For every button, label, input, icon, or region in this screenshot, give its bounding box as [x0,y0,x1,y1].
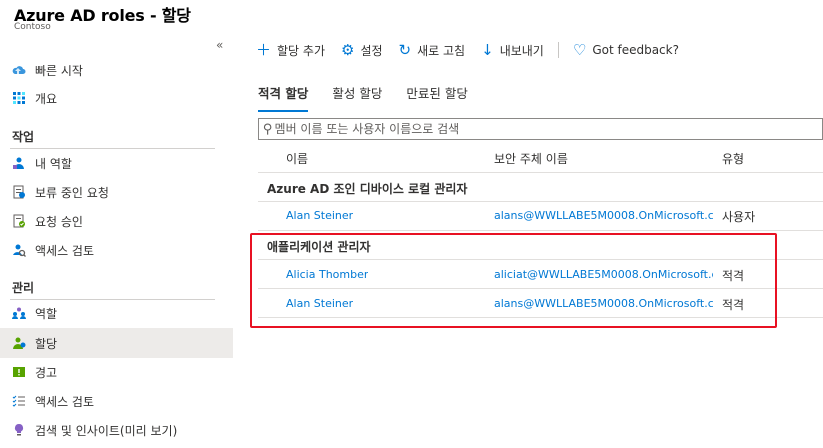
sidebar-item-label: 빠른 시작 [35,63,83,78]
sidebar-item-label: 개요 [35,91,58,106]
assignment-tabs: 적격 할당 활성 할당 만료된 할당 [258,83,492,112]
principal-name-link[interactable]: alans@WWLLABE5M0008.OnMicrosoft.com [494,209,713,222]
tab-active-assignments[interactable]: 활성 할당 [332,83,382,112]
access-review-icon [13,244,26,257]
heart-icon: ♡ [572,40,587,59]
sidebar-item-assignments[interactable]: 할당 [0,328,233,358]
page-header: Azure AD roles - 할당 Contoso [0,0,823,36]
add-assignment-button[interactable]: ＋ 할당 추가 [256,42,325,59]
section-title-manage: 관리 [12,281,35,295]
section-title-tasks: 작업 [12,130,35,144]
export-button[interactable]: ↓ 내보내기 [481,42,544,59]
sidebar-item-label: 역할 [35,306,58,321]
tab-expired-assignments[interactable]: 만료된 할당 [406,83,467,112]
sidebar-item-alerts[interactable]: 경고 [0,357,233,387]
sidebar-item-label: 요청 승인 [35,214,83,229]
sidebar-item-label: 경고 [35,365,58,380]
sidebar-item-label: 액세스 검토 [35,394,95,409]
settings-button[interactable]: ⚙ 설정 [341,42,383,59]
search-box: ⚲ [258,118,823,140]
tenant-name: Contoso [14,22,51,32]
command-bar: ＋ 할당 추가 ⚙ 설정 ↻ 새로 고침 ↓ 내보내기 ♡ Got feedba… [256,36,695,64]
search-icon: ⚲ [263,121,273,137]
refresh-button[interactable]: ↻ 새로 고침 [399,42,466,59]
gear-icon: ⚙ [341,40,355,59]
sidebar-item-overview[interactable]: 개요 [0,83,233,113]
divider [258,230,823,231]
member-name-link[interactable]: Alan Steiner [286,209,353,222]
alert-icon [13,367,25,377]
sidebar-item-insights[interactable]: 검색 및 인사이트(미리 보기) [0,415,233,445]
sidebar-item-label: 검색 및 인사이트(미리 보기) [35,423,178,438]
feedback-button[interactable]: ♡ Got feedback? [572,40,679,59]
grid-icon [13,92,25,104]
tab-eligible-assignments[interactable]: 적격 할당 [258,83,309,112]
approve-icon [13,214,25,228]
type-cell: 사용자 [722,210,756,224]
sidebar-item-label: 내 역할 [35,156,72,171]
divider [258,172,823,173]
sidebar-item-access-reviews-manage[interactable]: 액세스 검토 [0,386,233,416]
column-header-principal[interactable]: 보안 주체 이름 [494,150,568,167]
toolbar-divider [557,42,559,58]
collapse-sidebar-icon[interactable]: « [216,38,223,52]
pending-request-icon [13,185,25,199]
cloud-icon [12,66,26,74]
sidebar-item-access-reviews-tasks[interactable]: 액세스 검토 [0,235,233,265]
sidebar: « 빠른 시작 개요 작업 내 역할 보류 중인 요청 요청 승인 액세스 검토… [0,36,234,448]
sidebar-item-label: 액세스 검토 [35,243,95,258]
sidebar-item-roles[interactable]: 역할 [0,298,233,328]
review-list-icon [12,395,25,407]
insights-icon [14,423,24,436]
search-input[interactable] [274,122,795,136]
sidebar-item-pending-requests[interactable]: 보류 중인 요청 [0,177,233,207]
roles-icon [12,307,26,319]
sidebar-item-my-roles[interactable]: 내 역할 [0,148,233,178]
highlight-box [250,233,777,328]
sidebar-item-quickstart[interactable]: 빠른 시작 [0,55,233,85]
sidebar-item-label: 보류 중인 요청 [35,185,109,200]
sidebar-item-label: 할당 [35,336,58,351]
download-icon: ↓ [481,40,494,59]
sidebar-item-approve-requests[interactable]: 요청 승인 [0,206,233,236]
column-header-name[interactable]: 이름 [286,150,308,167]
group-header: Azure AD 조인 디바이스 로컬 관리자 [267,182,468,196]
divider [258,201,823,202]
assignments-icon [13,337,26,349]
plus-icon: ＋ [256,40,272,59]
user-role-icon [13,157,24,169]
refresh-icon: ↻ [398,40,412,59]
column-header-type[interactable]: 유형 [722,150,744,167]
